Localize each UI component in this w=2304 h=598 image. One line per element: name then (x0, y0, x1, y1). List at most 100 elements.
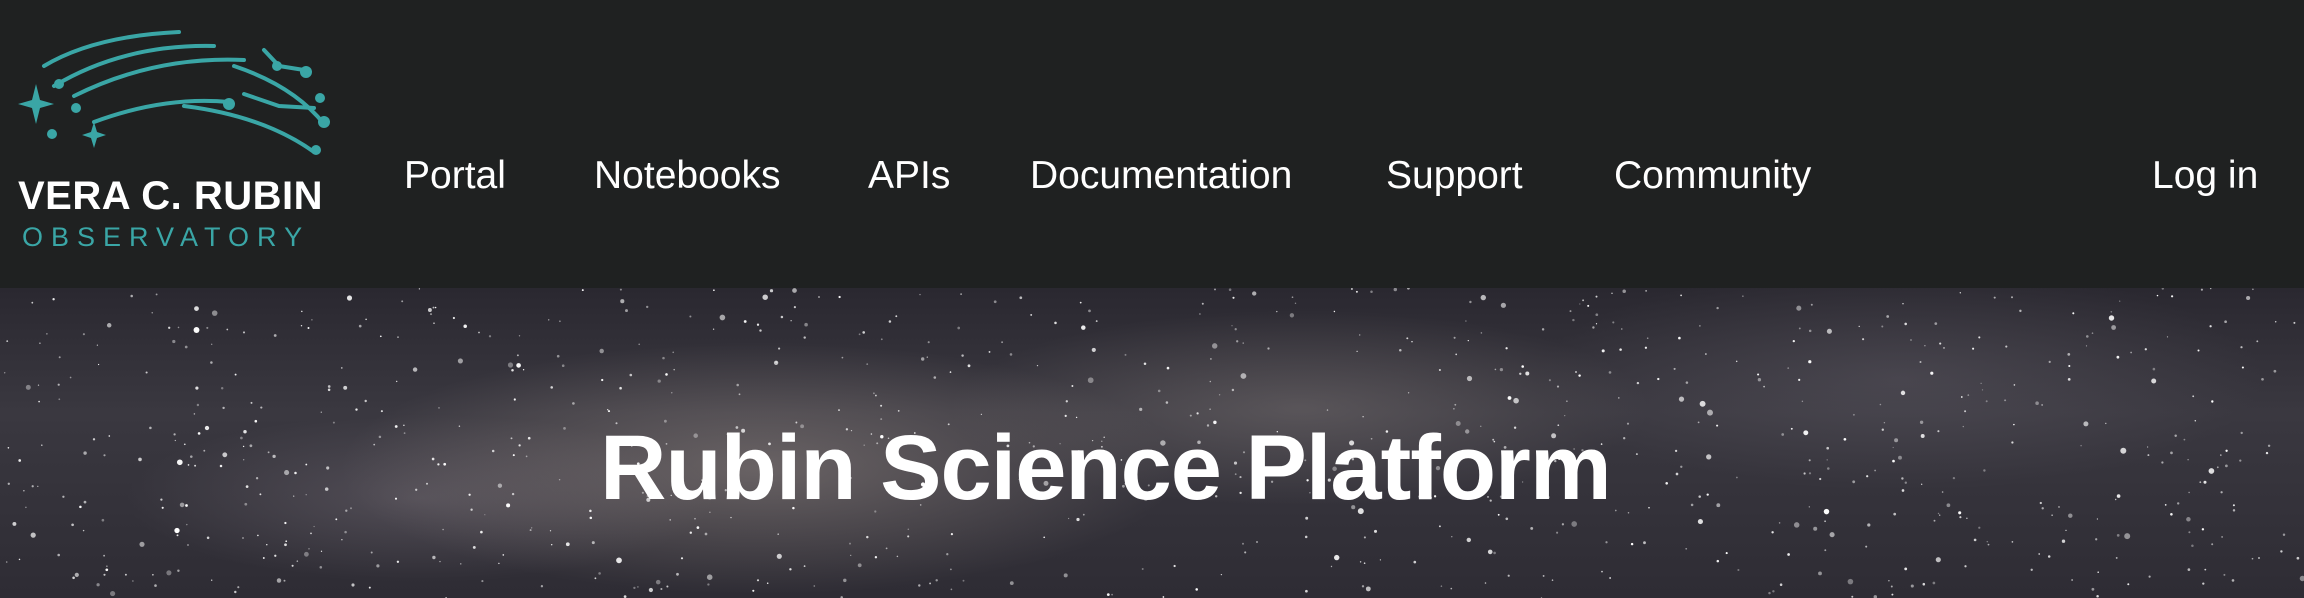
star (1525, 371, 1530, 376)
star (1350, 288, 1353, 291)
nav-documentation[interactable]: Documentation (1030, 154, 1292, 198)
star (340, 367, 343, 369)
nav-notebooks[interactable]: Notebooks (594, 154, 780, 198)
star (172, 339, 176, 344)
star (2110, 310, 2113, 313)
star (273, 334, 277, 337)
star (2221, 535, 2224, 538)
star (980, 413, 983, 416)
nav-community[interactable]: Community (1614, 154, 1811, 198)
star (1579, 303, 1581, 305)
star (2085, 335, 2089, 338)
star (103, 554, 105, 557)
star (2127, 583, 2130, 586)
star (2144, 348, 2147, 351)
star (850, 554, 852, 557)
star (762, 294, 768, 300)
star (2115, 556, 2118, 559)
star (1595, 323, 1598, 325)
star (1796, 305, 1802, 311)
star (1707, 409, 1713, 416)
star (2116, 534, 2120, 537)
star (1886, 315, 1890, 318)
star (412, 367, 418, 372)
star (736, 383, 739, 387)
star (2240, 346, 2243, 349)
star (896, 555, 899, 558)
nav-portal[interactable]: Portal (404, 154, 506, 198)
star (1592, 326, 1595, 329)
star (2282, 533, 2286, 537)
star (1716, 559, 1720, 563)
star (1566, 400, 1568, 402)
star (2130, 351, 2132, 354)
star (581, 289, 584, 292)
star (72, 576, 75, 580)
star (427, 308, 432, 312)
star (1124, 353, 1127, 356)
login-link[interactable]: Log in (2152, 154, 2258, 198)
star (1862, 338, 1865, 341)
star (195, 386, 199, 390)
star (110, 591, 116, 597)
star (1465, 320, 1467, 322)
star (284, 543, 287, 547)
star (442, 528, 444, 531)
star (752, 589, 755, 592)
star (1904, 322, 1907, 326)
star (2251, 557, 2254, 560)
star (1305, 589, 1308, 593)
star (671, 392, 673, 394)
star (1967, 394, 1970, 396)
star (380, 410, 383, 413)
star (1453, 336, 1456, 339)
star (310, 532, 312, 535)
nav-support[interactable]: Support (1386, 154, 1523, 198)
star (777, 533, 779, 535)
star (1001, 341, 1004, 344)
star (1406, 337, 1409, 340)
star (550, 386, 553, 389)
star (1467, 339, 1469, 342)
star (1359, 334, 1361, 336)
nav-apis[interactable]: APIs (868, 154, 950, 198)
star (368, 586, 371, 589)
star (657, 379, 661, 383)
star (283, 579, 286, 582)
star (344, 530, 347, 534)
star (1757, 373, 1760, 376)
star (676, 572, 679, 576)
star (1699, 325, 1701, 327)
star (401, 300, 404, 303)
star (1934, 322, 1938, 325)
star (358, 324, 362, 328)
star (2209, 325, 2212, 328)
star (648, 587, 654, 593)
star (1267, 347, 1270, 350)
star (25, 384, 31, 390)
star (1922, 582, 1926, 586)
star (704, 532, 708, 536)
star (1455, 353, 1458, 356)
star (550, 543, 553, 546)
star (1757, 378, 1762, 382)
star (2071, 579, 2073, 581)
star (565, 542, 570, 547)
star (572, 402, 575, 405)
star (2035, 401, 2039, 405)
star (516, 363, 521, 368)
star (907, 535, 910, 538)
star (790, 320, 792, 322)
star (1363, 562, 1366, 565)
star (637, 586, 639, 588)
star (52, 298, 55, 301)
star (1644, 346, 1648, 349)
star (1081, 325, 1086, 330)
star (1792, 339, 1795, 343)
star (429, 313, 433, 316)
star (193, 413, 196, 415)
star (1818, 571, 1822, 576)
star (1356, 350, 1358, 353)
star (58, 398, 61, 401)
star (308, 547, 310, 550)
